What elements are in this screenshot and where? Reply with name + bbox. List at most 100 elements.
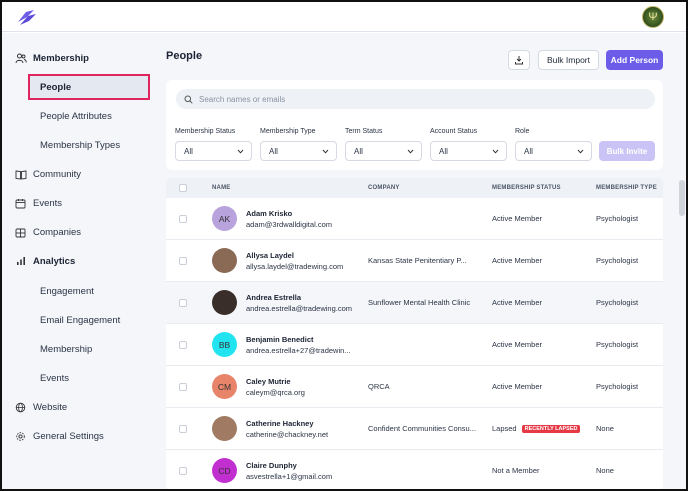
company-cell: Sunflower Mental Health Clinic [368, 298, 471, 307]
company-cell: Confident Communities Consu... [368, 424, 476, 433]
membership-status-select[interactable]: All [175, 141, 252, 161]
select-all-checkbox[interactable] [179, 184, 187, 192]
role-select[interactable]: All [515, 141, 592, 161]
person-name[interactable]: Benjamin Benedict [246, 335, 314, 344]
person-name[interactable]: Adam Krisko [246, 209, 292, 218]
row-checkbox[interactable] [179, 383, 187, 391]
account-status-select[interactable]: All [430, 141, 507, 161]
scrollbar[interactable] [679, 180, 685, 216]
table-row[interactable]: Catherine Hackney catherine@chackney.net C… [166, 408, 663, 450]
term-status-select[interactable]: All [345, 141, 422, 161]
user-avatar[interactable]: Ψ [642, 6, 664, 28]
chevron-down-icon [407, 149, 414, 154]
sidebar-item-label: General Settings [33, 430, 104, 442]
sidebar-item-label: People Attributes [40, 110, 112, 122]
brand-logo-icon[interactable] [16, 8, 38, 26]
membership-type-cell: None [596, 466, 614, 475]
select-value: All [184, 146, 193, 156]
person-email: andrea.estrella@tradewing.com [246, 304, 352, 313]
status-text: Not a Member [492, 466, 540, 475]
add-person-button[interactable]: Add Person [606, 50, 663, 70]
status-badge: RECENTLY LAPSED [521, 425, 581, 434]
person-email: asvestrella+1@gmail.com [246, 472, 333, 481]
row-checkbox[interactable] [179, 425, 187, 433]
sidebar-item-membership-types[interactable]: Membership Types [40, 135, 120, 155]
sidebar-item-label: Events [40, 372, 70, 384]
avatar: AK [212, 206, 237, 231]
sidebar-item-website[interactable]: Website [14, 397, 67, 417]
table-row[interactable]: Allysa Laydel allysa.laydel@tradewing.com… [166, 240, 663, 282]
bulk-import-button[interactable]: Bulk Import [538, 50, 599, 70]
sidebar-item-label: Engagement [40, 285, 94, 297]
sidebar-item-label: Website [33, 401, 68, 413]
person-name[interactable]: Andrea Estrella [246, 293, 301, 302]
table-row[interactable]: CD Claire Dunphy asvestrella+1@gmail.com No… [166, 450, 663, 489]
person-name[interactable]: Catherine Hackney [246, 419, 314, 428]
sidebar-item-general-settings[interactable]: General Settings [14, 426, 104, 446]
sidebar-item-label: Events [33, 197, 63, 209]
status-text: Active Member [492, 298, 543, 307]
row-checkbox[interactable] [179, 257, 187, 265]
company-cell: Kansas State Penitentiary P... [368, 256, 467, 265]
bulk-invite-button[interactable]: Bulk Invite [599, 141, 655, 161]
download-button[interactable] [508, 50, 530, 70]
row-checkbox[interactable] [179, 467, 187, 475]
membership-type-select[interactable]: All [260, 141, 337, 161]
top-bar: Ψ [2, 2, 686, 32]
bar-chart-icon [14, 255, 27, 268]
avatar [212, 248, 237, 273]
sidebar-item-community[interactable]: Community [14, 164, 81, 184]
person-name[interactable]: Allysa Laydel [246, 251, 294, 260]
sidebar-item-companies[interactable]: Companies [14, 222, 81, 242]
membership-status-cell: Active Member [492, 298, 542, 307]
chevron-down-icon [237, 149, 244, 154]
sidebar-item-label: Companies [33, 226, 82, 238]
status-text: Lapsed [492, 424, 517, 433]
sidebar-item-label: Membership [33, 52, 89, 64]
sidebar-item-events[interactable]: Events [14, 193, 62, 213]
table-row[interactable]: BB Benjamin Benedict andrea.estrella+27@tr… [166, 324, 663, 366]
column-header-membership-status[interactable]: MEMBERSHIP STATUS [492, 185, 561, 191]
column-header-company[interactable]: COMPANY [368, 185, 400, 191]
membership-type-cell: Psychologist [596, 340, 639, 349]
chevron-down-icon [322, 149, 329, 154]
row-checkbox[interactable] [179, 299, 187, 307]
sidebar-item-label: Analytics [33, 255, 76, 267]
calendar-icon [14, 197, 27, 210]
membership-status-cell: Active Member [492, 214, 542, 223]
sidebar-item-membership[interactable]: Membership [14, 48, 89, 68]
person-name[interactable]: Caley Mutrie [246, 377, 291, 386]
column-header-membership-type[interactable]: MEMBERSHIP TYPE [596, 185, 657, 191]
sidebar-item-people-attributes[interactable]: People Attributes [40, 106, 112, 126]
table-header: NAME COMPANY MEMBERSHIP STATUS MEMBERSHI… [166, 178, 663, 198]
gear-icon [14, 430, 27, 443]
row-checkbox[interactable] [179, 341, 187, 349]
table-row[interactable]: Andrea Estrella andrea.estrella@tradewing… [166, 282, 663, 324]
download-icon [515, 56, 523, 65]
sidebar-item-analytics-membership[interactable]: Membership [40, 339, 92, 359]
table-row[interactable]: AK Adam Krisko adam@3rdwalldigital.com Acti… [166, 198, 663, 240]
sidebar-item-people[interactable]: People [40, 77, 71, 97]
globe-icon [14, 401, 27, 414]
sidebar-item-email-engagement[interactable]: Email Engagement [40, 310, 120, 330]
avatar: CD [212, 458, 237, 483]
person-email: adam@3rdwalldigital.com [246, 220, 332, 229]
status-text: Active Member [492, 382, 543, 391]
row-checkbox[interactable] [179, 215, 187, 223]
table-row[interactable]: CM Caley Mutrie caleym@qrca.org QRCA Active … [166, 366, 663, 408]
membership-type-cell: Psychologist [596, 382, 639, 391]
person-name[interactable]: Claire Dunphy [246, 461, 297, 470]
users-icon [14, 52, 27, 65]
sidebar-item-label: Membership [40, 343, 93, 355]
sidebar-item-analytics-events[interactable]: Events [40, 368, 69, 388]
membership-type-cell: None [596, 424, 614, 433]
column-header-name[interactable]: NAME [212, 185, 230, 191]
person-email: andrea.estrella+27@tradewin... [246, 346, 351, 355]
select-value: All [269, 146, 278, 156]
sidebar-item-label: Email Engagement [40, 314, 121, 326]
sidebar-item-analytics[interactable]: Analytics [14, 251, 75, 271]
search-input[interactable]: Search names or emails [176, 89, 655, 109]
filter-label-role: Role [515, 128, 530, 135]
sidebar-item-engagement[interactable]: Engagement [40, 281, 94, 301]
book-icon [14, 168, 27, 181]
